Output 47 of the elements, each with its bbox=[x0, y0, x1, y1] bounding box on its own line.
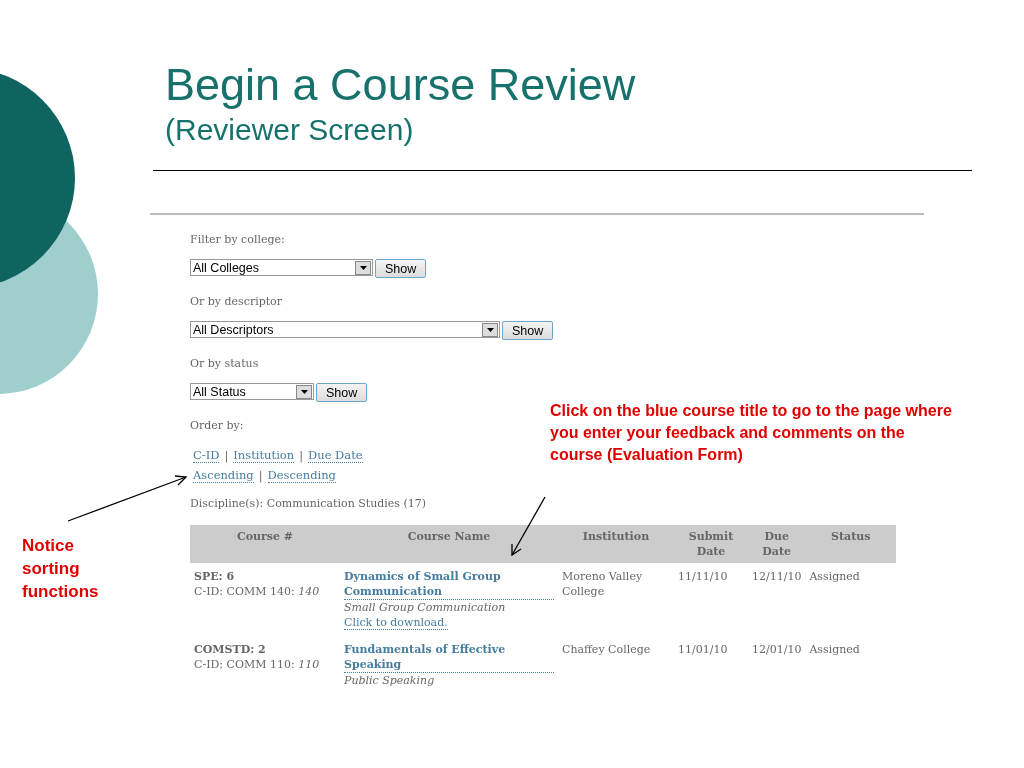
order-label: Order by: bbox=[190, 418, 244, 434]
course-number: SPE: 6 bbox=[194, 569, 236, 584]
course-cid: C-ID: COMM 140: 140 bbox=[194, 584, 321, 599]
slide-subtitle: (Reviewer Screen) bbox=[165, 112, 415, 148]
column-header: Course Name bbox=[407, 529, 491, 544]
column-header: Status bbox=[831, 529, 871, 544]
column-header: Submit Date bbox=[687, 529, 735, 559]
sort-link[interactable]: Institution bbox=[233, 448, 295, 463]
status-cell: Assigned bbox=[809, 643, 860, 656]
filter-label: Or by descriptor bbox=[190, 294, 282, 310]
show-button[interactable]: Show bbox=[316, 383, 368, 402]
show-button[interactable]: Show bbox=[502, 321, 554, 340]
course-alt-name: Public Speaking bbox=[344, 673, 436, 688]
column-header: Due Date bbox=[761, 529, 793, 559]
course-alt-name: Small Group Communication bbox=[344, 600, 507, 615]
submit-date-cell: 11/01/10 bbox=[678, 643, 728, 656]
filter-label: Filter by college: bbox=[190, 232, 285, 248]
separator: | bbox=[299, 448, 303, 462]
column-header: Institution bbox=[582, 529, 650, 544]
due-date-cell: 12/11/10 bbox=[752, 570, 802, 583]
pointer-arrow bbox=[511, 496, 546, 557]
due-date-cell: 12/01/10 bbox=[752, 643, 802, 656]
institution-cell: Moreno Valley College bbox=[562, 570, 643, 598]
discipline-text: Discipline(s): Communication Studies (17) bbox=[190, 496, 428, 512]
download-link[interactable]: Click to download. bbox=[344, 616, 448, 630]
filter-label: Or by status bbox=[190, 356, 259, 372]
course-title-link[interactable]: Dynamics of Small Group Communication bbox=[344, 569, 554, 600]
dropdown-field[interactable]: All Status bbox=[190, 383, 314, 400]
submit-date-cell: 11/11/10 bbox=[678, 570, 728, 583]
status-cell: Assigned bbox=[809, 570, 860, 583]
dropdown-field[interactable]: All Descriptors bbox=[190, 321, 500, 338]
sort-link[interactable]: C-ID bbox=[193, 448, 220, 463]
sort-link[interactable]: Descending bbox=[267, 468, 336, 483]
separator: | bbox=[224, 448, 229, 462]
sort-link[interactable]: Due Date bbox=[308, 448, 363, 463]
institution-cell: Chaffey College bbox=[562, 643, 651, 656]
slide-title: Begin a Course Review bbox=[165, 62, 637, 108]
sort-link[interactable]: Ascending bbox=[193, 468, 254, 483]
column-header: Course # bbox=[236, 529, 294, 544]
course-cid: C-ID: COMM 110: 110 bbox=[194, 657, 321, 672]
course-number: COMSTD: 2 bbox=[194, 642, 267, 657]
dropdown-field[interactable]: All Colleges bbox=[190, 259, 373, 276]
show-button[interactable]: Show bbox=[375, 259, 427, 278]
callout-text: Click on the blue course title to go to the page where you enter your feedback and comments on the course (Evaluation Form) bbox=[550, 401, 953, 465]
note-text: Notice sorting functions bbox=[22, 535, 100, 603]
course-title-link[interactable]: Fundamentals of Effective Speaking bbox=[344, 642, 554, 673]
separator: | bbox=[258, 468, 263, 482]
